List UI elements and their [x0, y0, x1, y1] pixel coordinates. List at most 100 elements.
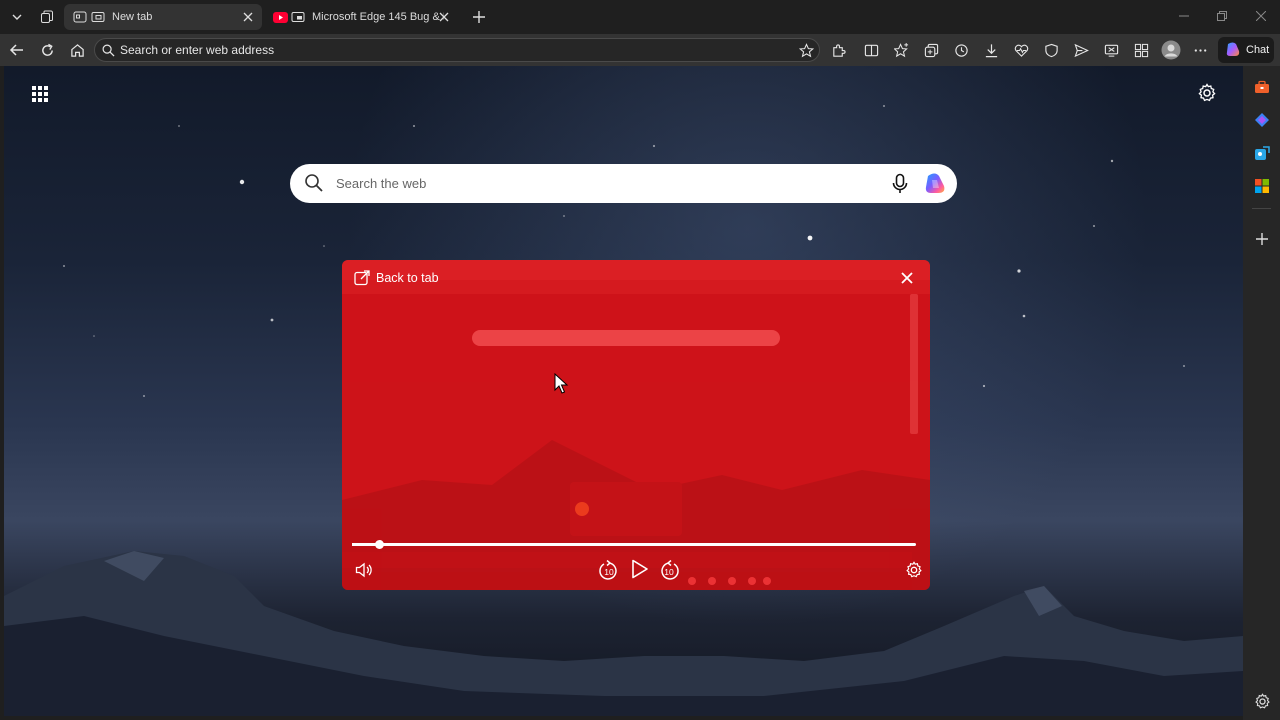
tab-title: New tab: [112, 11, 153, 23]
tab-actions-button[interactable]: [4, 5, 30, 29]
copilot-icon[interactable]: [922, 171, 948, 197]
gear-icon: [1254, 692, 1270, 709]
skip-forward-label: 10: [664, 567, 674, 577]
picture-in-picture-window[interactable]: Back to tab 10 10: [342, 260, 930, 590]
send-icon: [1073, 43, 1089, 57]
minimize-button[interactable]: [1169, 6, 1199, 26]
app-launcher-button[interactable]: [30, 84, 50, 104]
shield-icon: [1044, 43, 1058, 57]
close-window-button[interactable]: [1246, 6, 1276, 26]
chat-label: Chat: [1246, 44, 1270, 56]
tab-new-tab[interactable]: New tab: [64, 4, 262, 30]
performance-button[interactable]: [1011, 40, 1031, 60]
share-button[interactable]: [1071, 40, 1091, 60]
avatar: [1161, 40, 1181, 60]
downloads-button[interactable]: [981, 40, 1001, 60]
paint-icon: [1255, 146, 1270, 160]
address-placeholder: Search or enter web address: [120, 43, 275, 57]
profile-button[interactable]: [1160, 39, 1182, 61]
split-screen-icon: [864, 44, 878, 56]
microsoft-365-icon: [1255, 179, 1269, 193]
compass-icon: [1255, 113, 1269, 127]
skip-forward-button[interactable]: 10: [658, 560, 680, 582]
sidebar-divider: [1252, 208, 1271, 209]
gear-icon: [1198, 83, 1216, 102]
workspaces-button[interactable]: [34, 5, 60, 29]
extensions-button[interactable]: [828, 40, 848, 60]
play-button[interactable]: [626, 556, 652, 582]
browser-essentials-button[interactable]: [1041, 40, 1061, 60]
close-tab-button[interactable]: [436, 9, 452, 25]
puzzle-icon: [832, 43, 846, 57]
tab-strip: New tab Microsoft Edge 145 Bug & Pe: [0, 0, 1280, 34]
skip-back-label: 10: [604, 567, 614, 577]
sidebar-settings-button[interactable]: [1253, 692, 1271, 710]
restore-button[interactable]: [1207, 6, 1237, 26]
sidebar-item-copilot[interactable]: [1253, 111, 1271, 129]
plus-icon: [473, 11, 485, 23]
arrow-left-icon: [9, 44, 23, 56]
skip-back-button[interactable]: 10: [598, 560, 620, 582]
restore-icon: [1217, 11, 1227, 21]
close-tab-button[interactable]: [240, 9, 256, 25]
tab-youtube[interactable]: Microsoft Edge 145 Bug & Pe: [264, 4, 462, 30]
sidebar-item-designer[interactable]: [1253, 144, 1271, 162]
more-icon: [1194, 48, 1206, 52]
split-screen-button[interactable]: [861, 40, 881, 60]
close-icon: [439, 12, 449, 22]
video-progress-bar[interactable]: [352, 540, 916, 549]
sidebar-add-button[interactable]: [1253, 230, 1271, 248]
skip-back-10-icon: 10: [599, 560, 617, 580]
back-button[interactable]: [5, 38, 29, 62]
sidebar-item-tools[interactable]: [1253, 78, 1271, 96]
history-icon: [954, 43, 968, 57]
heartbeat-icon: [1014, 44, 1028, 57]
workspaces-icon: [41, 10, 53, 23]
refresh-button[interactable]: [35, 38, 59, 62]
collections-icon: [924, 43, 938, 57]
search-placeholder: Search the web: [336, 176, 427, 191]
toolbox-icon: [1255, 80, 1269, 93]
pip-settings-button[interactable]: [904, 560, 924, 580]
close-icon: [901, 272, 913, 284]
browser-window: New tab Microsoft Edge 145 Bug & Pe Sear…: [0, 0, 1280, 720]
screenshot-button[interactable]: [1101, 40, 1121, 60]
pip-close-button[interactable]: [900, 271, 916, 287]
workspaces-apps-button[interactable]: [1131, 40, 1151, 60]
microphone-icon[interactable]: [890, 173, 910, 195]
download-icon: [985, 43, 997, 57]
back-to-tab-button[interactable]: Back to tab: [354, 270, 439, 286]
copilot-chat-button[interactable]: Chat: [1218, 37, 1274, 63]
new-tab-button[interactable]: [466, 5, 492, 29]
minimize-icon: [1179, 15, 1189, 17]
picture-in-picture-icon: [290, 9, 306, 25]
copilot-icon: [1226, 42, 1240, 56]
home-button[interactable]: [65, 38, 89, 62]
web-search-box[interactable]: Search the web: [290, 164, 957, 203]
new-tab-icon: [72, 9, 88, 25]
close-icon: [1256, 11, 1266, 21]
youtube-icon: [272, 9, 288, 25]
favorites-button[interactable]: [891, 40, 911, 60]
volume-button[interactable]: [354, 560, 374, 580]
search-icon: [305, 174, 323, 192]
screen-capture-icon: [1104, 44, 1118, 57]
collections-button[interactable]: [921, 40, 941, 60]
favorites-icon: [893, 42, 908, 57]
page-settings-button[interactable]: [1197, 83, 1219, 105]
sidebar-item-office[interactable]: [1253, 177, 1271, 195]
tab-title: Microsoft Edge 145 Bug & Pe: [312, 11, 444, 23]
favorite-star-icon[interactable]: [799, 43, 814, 58]
settings-and-more-button[interactable]: [1190, 40, 1210, 60]
back-to-tab-label: Back to tab: [376, 271, 439, 285]
progress-handle[interactable]: [374, 540, 384, 549]
history-button[interactable]: [951, 40, 971, 60]
home-icon: [70, 43, 84, 57]
speaker-icon: [355, 562, 372, 578]
refresh-icon: [41, 43, 53, 56]
skip-forward-10-icon: 10: [661, 560, 679, 580]
plus-icon: [1256, 233, 1268, 245]
address-bar[interactable]: Search or enter web address: [94, 38, 820, 62]
play-icon: [632, 559, 648, 579]
edge-sidebar: [1243, 66, 1280, 720]
